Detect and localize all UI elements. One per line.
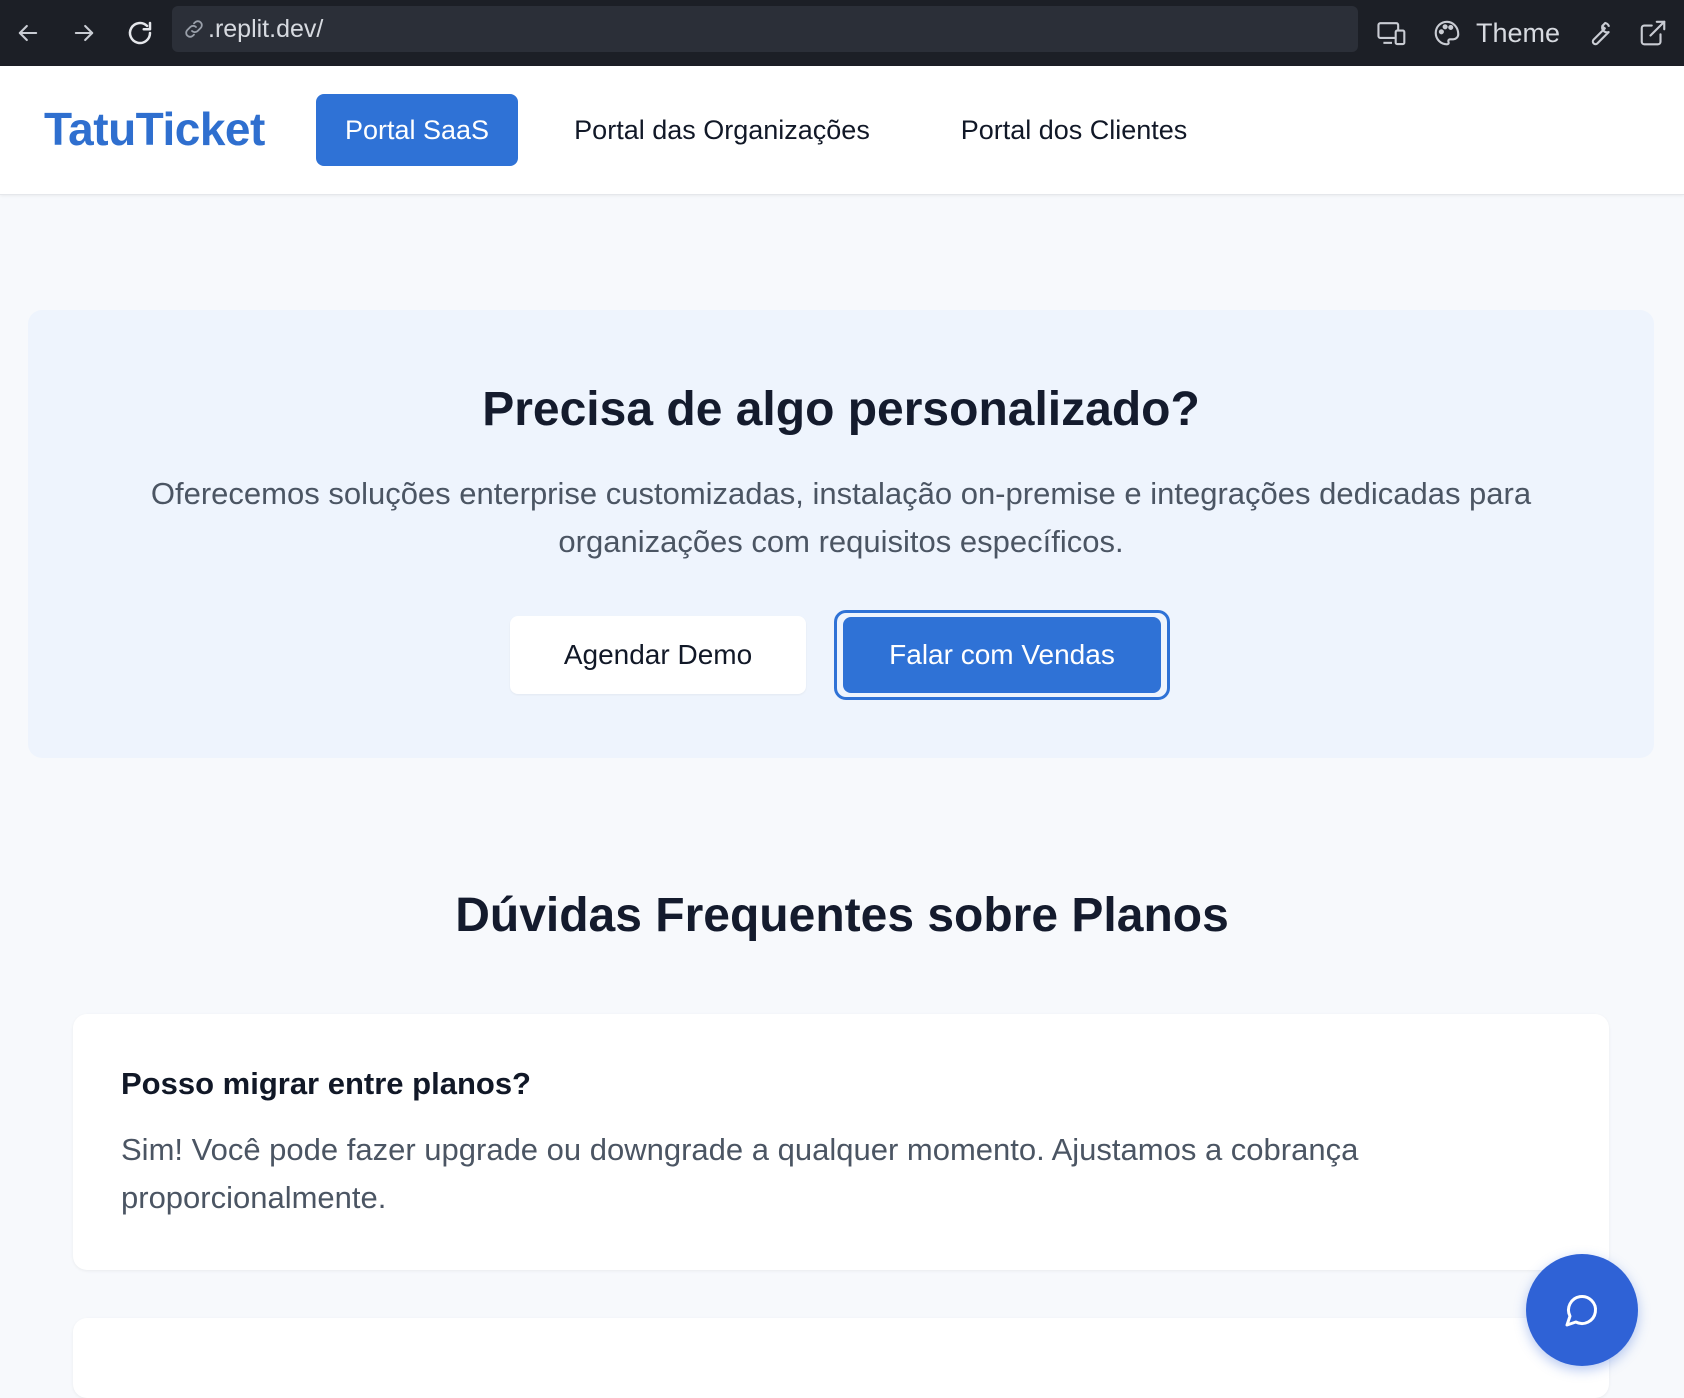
- back-arrow-icon: [18, 24, 38, 42]
- forward-button[interactable]: [56, 0, 112, 66]
- faq-title: Dúvidas Frequentes sobre Planos: [455, 889, 1229, 942]
- devtools-button[interactable]: [1572, 0, 1626, 66]
- tab-portal-organizacoes[interactable]: Portal das Organizações: [548, 94, 896, 166]
- browser-toolbar: .replit.dev/ Theme: [0, 0, 1684, 66]
- contact-sales-button[interactable]: Falar com Vendas: [834, 610, 1170, 700]
- palette-icon: [1434, 20, 1460, 46]
- back-button[interactable]: [0, 0, 56, 66]
- theme-label: Theme: [1475, 17, 1560, 48]
- app-header: TatuTicket Portal SaaS Portal das Organi…: [0, 66, 1684, 195]
- chat-button[interactable]: [1526, 1254, 1638, 1366]
- external-link-icon: [1640, 20, 1666, 46]
- custom-solution-card: Precisa de algo personalizado? Oferecemo…: [28, 310, 1654, 758]
- open-external-button[interactable]: [1626, 0, 1684, 66]
- link-icon: [182, 17, 206, 41]
- faq-question: Posso migrar entre planos?: [121, 1066, 531, 1101]
- theme-button[interactable]: Theme: [1420, 0, 1572, 66]
- tab-portal-saas[interactable]: Portal SaaS: [316, 94, 518, 166]
- schedule-demo-button[interactable]: Agendar Demo: [510, 616, 806, 694]
- faq-item: Posso migrar entre planos? Sim! Você pod…: [73, 1014, 1609, 1270]
- chrome-actions: Theme: [1364, 0, 1684, 66]
- address-bar[interactable]: .replit.dev/: [172, 6, 1358, 52]
- contact-sales-label: Falar com Vendas: [843, 617, 1161, 693]
- devices-button[interactable]: [1364, 0, 1420, 66]
- faq-item-next: [73, 1318, 1609, 1398]
- forward-arrow-icon: [74, 24, 94, 42]
- cta-title: Precisa de algo personalizado?: [482, 383, 1200, 436]
- chat-bubble-icon: [1565, 1294, 1598, 1327]
- url-text: .replit.dev/: [208, 14, 324, 43]
- cta-description: Oferecemos soluções enterprise customiza…: [150, 476, 1532, 559]
- reload-icon: [128, 21, 152, 45]
- faq-answer: Sim! Você pode fazer upgrade ou downgrad…: [121, 1132, 1359, 1215]
- wrench-icon: [1591, 21, 1611, 46]
- brand-logo[interactable]: TatuTicket: [44, 102, 265, 156]
- reload-button[interactable]: [112, 0, 168, 66]
- devices-icon: [1377, 22, 1406, 46]
- tab-portal-clientes[interactable]: Portal dos Clientes: [936, 94, 1212, 166]
